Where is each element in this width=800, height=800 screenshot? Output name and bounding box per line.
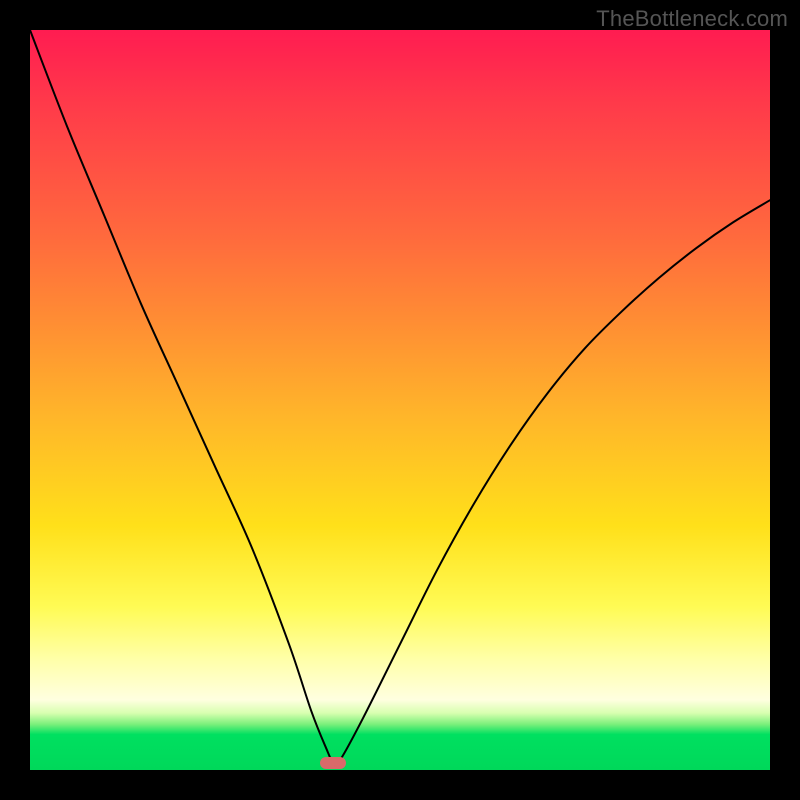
bottleneck-marker <box>320 757 346 769</box>
chart-frame: TheBottleneck.com <box>0 0 800 800</box>
plot-area <box>30 30 770 770</box>
watermark-text: TheBottleneck.com <box>596 6 788 32</box>
bottleneck-curve <box>30 30 770 770</box>
